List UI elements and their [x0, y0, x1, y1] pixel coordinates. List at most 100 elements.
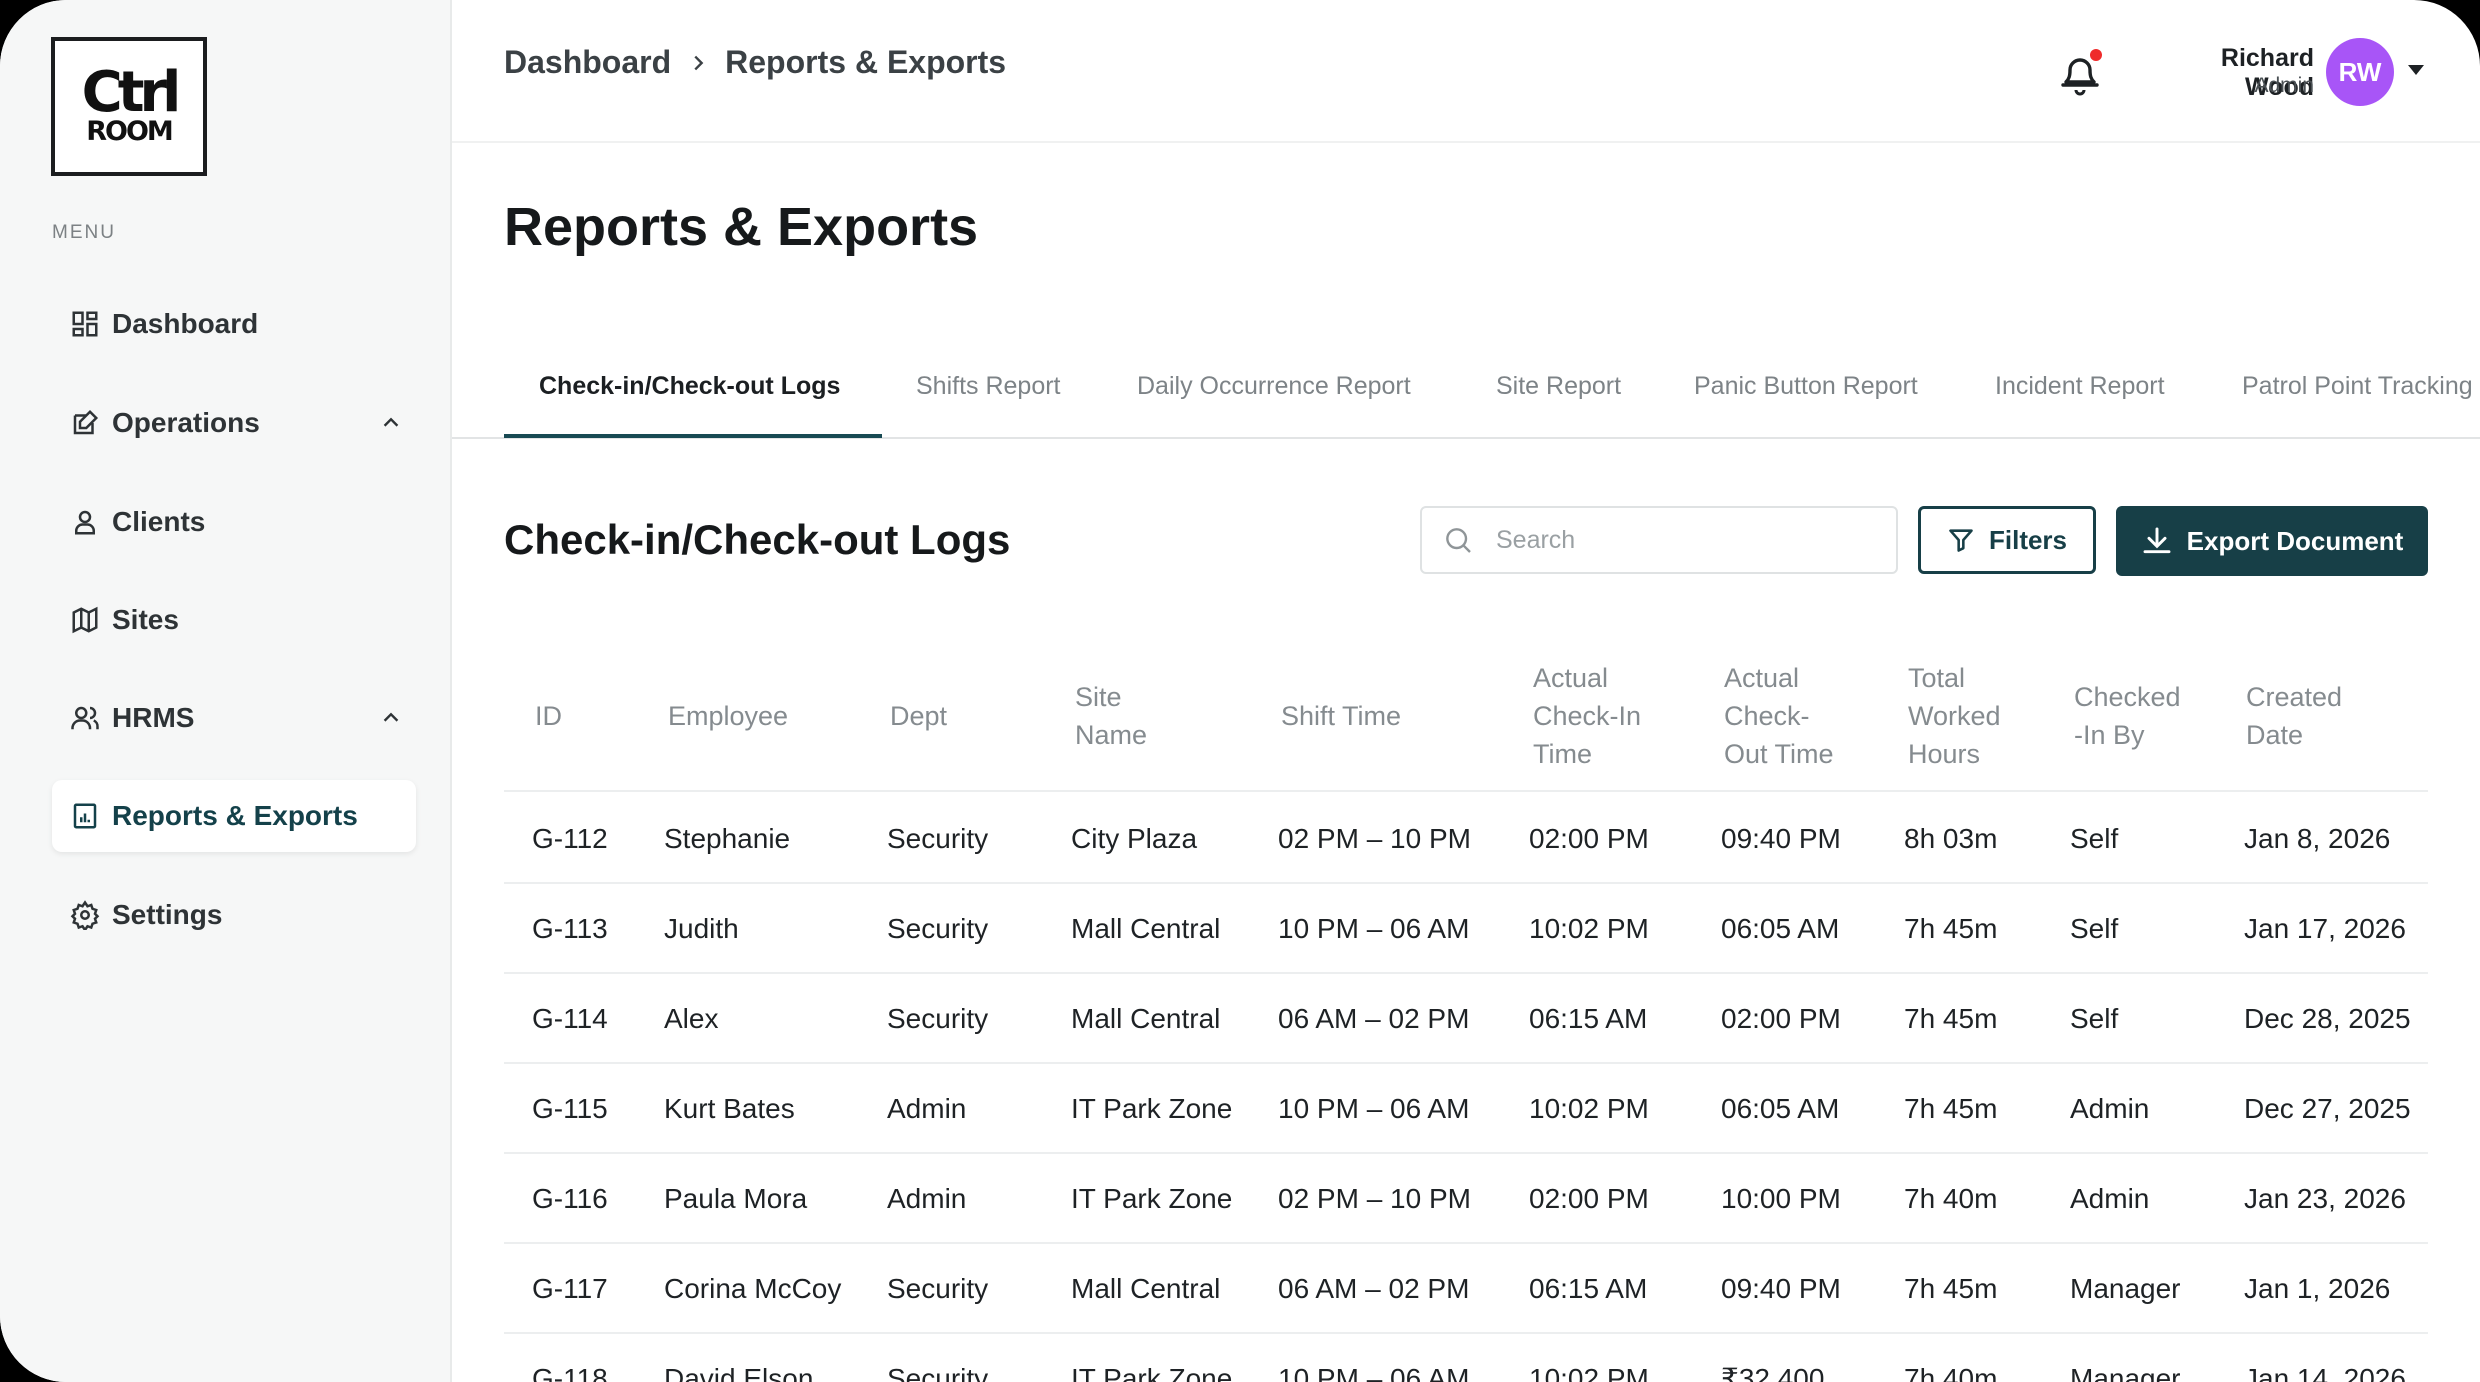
cell-dept: Security: [887, 1003, 989, 1034]
column-header-text: Out Time: [1724, 739, 1834, 769]
cell-worked-hours: 7h 40m: [1904, 1183, 1998, 1214]
export-label: Export Document: [2186, 525, 2404, 556]
cell-check-out: 06:05 AM: [1721, 913, 1840, 944]
cell-dept: Security: [887, 1363, 989, 1382]
breadcrumb: Dashboard Reports & Exports: [504, 44, 1006, 81]
header-divider: [452, 141, 2480, 143]
table-row[interactable]: G-118 David Elson Security IT Park Zone 10 P…: [504, 1334, 2428, 1382]
cell-check-out: 06:05 AM: [1721, 1093, 1840, 1124]
sidebar-item-operations[interactable]: Operations: [52, 387, 416, 459]
filter-funnel-icon: [1949, 529, 1973, 552]
cell-shift-time: 06 AM – 02 PM: [1278, 1003, 1470, 1034]
column-header-text: Date: [2246, 720, 2304, 750]
column-header-created-date[interactable]: Created Date: [2246, 678, 2342, 754]
column-header-text: Name: [1075, 720, 1148, 750]
column-header-checked-in-by[interactable]: Checked -In By: [2074, 678, 2181, 754]
column-header-text: Checked: [2074, 682, 2181, 712]
table-row[interactable]: G-113 Judith Security Mall Central 10 PM – 0…: [504, 884, 2428, 974]
caret-down-icon[interactable]: [2406, 62, 2426, 78]
cell-check-in: 10:02 PM: [1529, 913, 1649, 944]
breadcrumb-item-dashboard[interactable]: Dashboard: [504, 44, 671, 81]
cell-employee: Judith: [664, 913, 739, 944]
cell-site-name: Mall Central: [1071, 913, 1221, 944]
cell-check-in: 02:00 PM: [1529, 1183, 1649, 1214]
table-row[interactable]: G-112 Stephanie Security City Plaza 02 PM – …: [504, 794, 2428, 884]
cell-site-name: City Plaza: [1071, 823, 1198, 854]
notification-bell-icon[interactable]: [2052, 44, 2108, 100]
cell-employee: Corina McCoy: [664, 1273, 842, 1304]
dashboard-grid-icon: [70, 309, 100, 339]
sidebar-item-label: Sites: [112, 604, 179, 635]
column-header-text: Worked: [1908, 701, 2001, 731]
cell-id: G-114: [532, 1003, 608, 1034]
tab-shifts-report[interactable]: Shifts Report: [916, 372, 1061, 401]
table-row[interactable]: G-115 Kurt Bates Admin IT Park Zone 10 PM – …: [504, 1064, 2428, 1154]
table-row[interactable]: G-116 Paula Mora Admin IT Park Zone 02 PM – …: [504, 1154, 2428, 1244]
table-row[interactable]: G-114 Alex Security Mall Central 06 AM – 02 …: [504, 974, 2428, 1064]
sidebar-item-hrms[interactable]: HRMS: [52, 682, 416, 754]
column-header-total-worked-hours[interactable]: Total Worked Hours: [1908, 659, 2001, 773]
column-header-text: ID: [535, 701, 562, 731]
cell-check-out: 09:40 PM: [1721, 823, 1841, 854]
column-header-employee[interactable]: Employee: [668, 697, 788, 735]
column-header-dept[interactable]: Dept: [890, 697, 947, 735]
cell-check-in: 10:02 PM: [1529, 1363, 1649, 1382]
sidebar-item-clients[interactable]: Clients: [52, 486, 416, 558]
chevron-up-icon[interactable]: [380, 412, 402, 434]
column-header-text: Dept: [890, 701, 948, 731]
cell-check-out: 10:00 PM: [1721, 1183, 1841, 1214]
notification-dot: [2090, 49, 2102, 61]
sidebar-item-label: Settings: [112, 899, 223, 930]
sidebar: Ctrl ROOM MENU Dashboard Operations Clie…: [0, 0, 452, 1382]
download-icon: [2143, 527, 2171, 554]
column-header-actual-check-out-time[interactable]: Actual Check- Out Time: [1724, 659, 1834, 773]
user-role: Admin: [2254, 74, 2314, 97]
map-icon: [70, 605, 100, 635]
cell-site-name: IT Park Zone: [1071, 1093, 1233, 1124]
sidebar-item-settings[interactable]: Settings: [52, 879, 416, 951]
sidebar-item-label: Operations: [112, 407, 260, 438]
tab-patrol-point-tracking[interactable]: Patrol Point Tracking: [2242, 372, 2473, 401]
section-title: Check-in/Check-out Logs: [504, 516, 1011, 563]
cell-worked-hours: 7h 45m: [1904, 913, 1998, 944]
sidebar-item-sites[interactable]: Sites: [52, 584, 416, 656]
ctrl-room-logo[interactable]: Ctrl ROOM: [51, 37, 207, 176]
sidebar-item-label: Clients: [112, 506, 206, 537]
tab-check-in-check-out-logs[interactable]: Check-in/Check-out Logs: [539, 372, 840, 401]
cell-checked-in-by: Manager: [2070, 1363, 2181, 1382]
breadcrumb-item-current: Reports & Exports: [725, 44, 1007, 80]
user-icon: [70, 507, 100, 537]
cell-id: G-115: [532, 1093, 608, 1124]
cell-id: G-113: [532, 913, 608, 944]
column-header-text: Total: [1908, 663, 1966, 693]
column-header-actual-check-in-time[interactable]: Actual Check-In Time: [1533, 659, 1641, 773]
export-document-button[interactable]: Export Document: [2116, 506, 2428, 576]
cell-check-in: 02:00 PM: [1529, 823, 1649, 854]
column-header-shift-time[interactable]: Shift Time: [1281, 697, 1401, 735]
tab-site-report[interactable]: Site Report: [1496, 372, 1621, 401]
gear-icon: [70, 900, 100, 930]
cell-check-in: 10:02 PM: [1529, 1093, 1649, 1124]
cell-checked-in-by: Self: [2070, 823, 2119, 854]
column-header-site-name[interactable]: Site Name: [1075, 678, 1147, 754]
cell-shift-time: 10 PM – 06 AM: [1278, 913, 1470, 944]
cell-shift-time: 10 PM – 06 AM: [1278, 1363, 1470, 1382]
tab-panic-button-report[interactable]: Panic Button Report: [1694, 372, 1918, 401]
avatar[interactable]: RW: [2326, 38, 2394, 106]
search-input[interactable]: [1496, 525, 1876, 555]
column-header-text: Actual: [1724, 663, 1800, 693]
filters-button[interactable]: Filters: [1918, 506, 2096, 574]
table-row[interactable]: G-117 Corina McCoy Security Mall Central 06 …: [504, 1244, 2428, 1334]
menu-label: MENU: [52, 222, 116, 243]
cell-check-out: 09:40 PM: [1721, 1273, 1841, 1304]
tab-daily-occurrence-report[interactable]: Daily Occurrence Report: [1137, 372, 1411, 401]
sidebar-item-dashboard[interactable]: Dashboard: [52, 288, 416, 360]
tab-incident-report[interactable]: Incident Report: [1995, 372, 2165, 401]
filters-label: Filters: [1988, 524, 2068, 555]
column-header-id[interactable]: ID: [535, 697, 562, 735]
sidebar-item-label: Dashboard: [112, 308, 259, 339]
chevron-up-icon[interactable]: [380, 707, 402, 729]
sidebar-item-reports-exports[interactable]: Reports & Exports: [52, 780, 416, 852]
cell-checked-in-by: Self: [2070, 913, 2119, 944]
cell-checked-in-by: Admin: [2070, 1183, 2150, 1214]
